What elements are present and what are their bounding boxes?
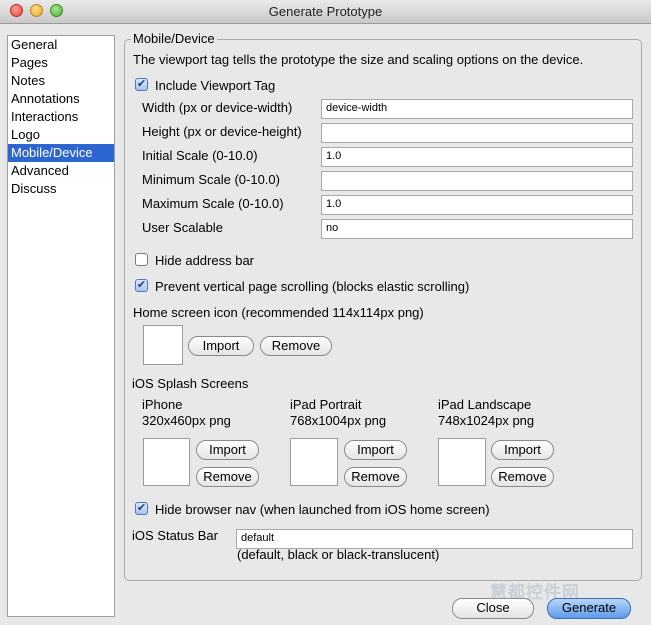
status-bar-label: iOS Status Bar (132, 528, 218, 543)
ipad-landscape-title: iPad Landscape (438, 397, 532, 412)
viewport-description: The viewport tag tells the prototype the… (133, 52, 584, 67)
generate-prototype-dialog: Generate Prototype General Pages Notes A… (0, 0, 651, 625)
status-bar-input[interactable]: default (236, 529, 633, 549)
iphone-title: iPhone (142, 397, 183, 412)
hide-address-bar-label: Hide address bar (155, 253, 254, 268)
initial-scale-input[interactable]: 1.0 (321, 147, 633, 167)
sidebar-item-logo[interactable]: Logo (8, 126, 114, 144)
home-icon-preview (143, 325, 183, 365)
height-input[interactable] (321, 123, 633, 143)
minimum-scale-label: Minimum Scale (0-10.0) (142, 172, 280, 187)
home-icon-remove-button[interactable]: Remove (260, 336, 332, 356)
width-label: Width (px or device-width) (142, 100, 293, 115)
sidebar-item-annotations[interactable]: Annotations (8, 90, 114, 108)
iphone-size: 320x460px png (142, 413, 231, 428)
generate-button[interactable]: Generate (547, 598, 631, 619)
ipad-landscape-remove-button[interactable]: Remove (491, 467, 554, 487)
sidebar-item-advanced[interactable]: Advanced (8, 162, 114, 180)
ipad-portrait-title: iPad Portrait (290, 397, 362, 412)
ipad-landscape-splash-preview (438, 438, 486, 486)
sidebar-item-discuss[interactable]: Discuss (8, 180, 114, 198)
sidebar-item-general[interactable]: General (8, 36, 114, 54)
ipad-portrait-size: 768x1004px png (290, 413, 387, 428)
title-bar: Generate Prototype (0, 0, 651, 24)
sidebar-item-mobile-device[interactable]: Mobile/Device (8, 144, 114, 162)
hide-address-bar-checkbox[interactable] (135, 253, 148, 266)
minimum-scale-input[interactable] (321, 171, 633, 191)
splash-screens-label: iOS Splash Screens (132, 376, 249, 391)
panel-title: Mobile/Device (131, 31, 217, 46)
sidebar-item-notes[interactable]: Notes (8, 72, 114, 90)
hide-browser-nav-checkbox[interactable]: ✔ (135, 502, 148, 515)
include-viewport-label: Include Viewport Tag (155, 78, 276, 93)
sidebar-item-pages[interactable]: Pages (8, 54, 114, 72)
user-scalable-label: User Scalable (142, 220, 223, 235)
include-viewport-checkbox[interactable]: ✔ (135, 78, 148, 91)
height-label: Height (px or device-height) (142, 124, 302, 139)
width-input[interactable]: device-width (321, 99, 633, 119)
iphone-remove-button[interactable]: Remove (196, 467, 259, 487)
maximum-scale-input[interactable]: 1.0 (321, 195, 633, 215)
maximum-scale-label: Maximum Scale (0-10.0) (142, 196, 284, 211)
initial-scale-label: Initial Scale (0-10.0) (142, 148, 258, 163)
sidebar: General Pages Notes Annotations Interact… (7, 35, 115, 617)
ipad-portrait-remove-button[interactable]: Remove (344, 467, 407, 487)
iphone-import-button[interactable]: Import (196, 440, 259, 460)
status-bar-hint: (default, black or black-translucent) (237, 547, 440, 562)
home-icon-label: Home screen icon (recommended 114x114px … (133, 305, 424, 320)
window-title: Generate Prototype (268, 4, 383, 19)
home-icon-import-button[interactable]: Import (188, 336, 254, 356)
iphone-splash-preview (143, 438, 190, 486)
ipad-portrait-import-button[interactable]: Import (344, 440, 407, 460)
user-scalable-input[interactable]: no (321, 219, 633, 239)
hide-browser-nav-label: Hide browser nav (when launched from iOS… (155, 502, 490, 517)
ipad-portrait-splash-preview (290, 438, 338, 486)
close-button[interactable]: Close (452, 598, 534, 619)
sidebar-item-interactions[interactable]: Interactions (8, 108, 114, 126)
ipad-landscape-import-button[interactable]: Import (491, 440, 554, 460)
prevent-scrolling-checkbox[interactable]: ✔ (135, 279, 148, 292)
ipad-landscape-size: 748x1024px png (438, 413, 535, 428)
prevent-scrolling-label: Prevent vertical page scrolling (blocks … (155, 279, 470, 294)
